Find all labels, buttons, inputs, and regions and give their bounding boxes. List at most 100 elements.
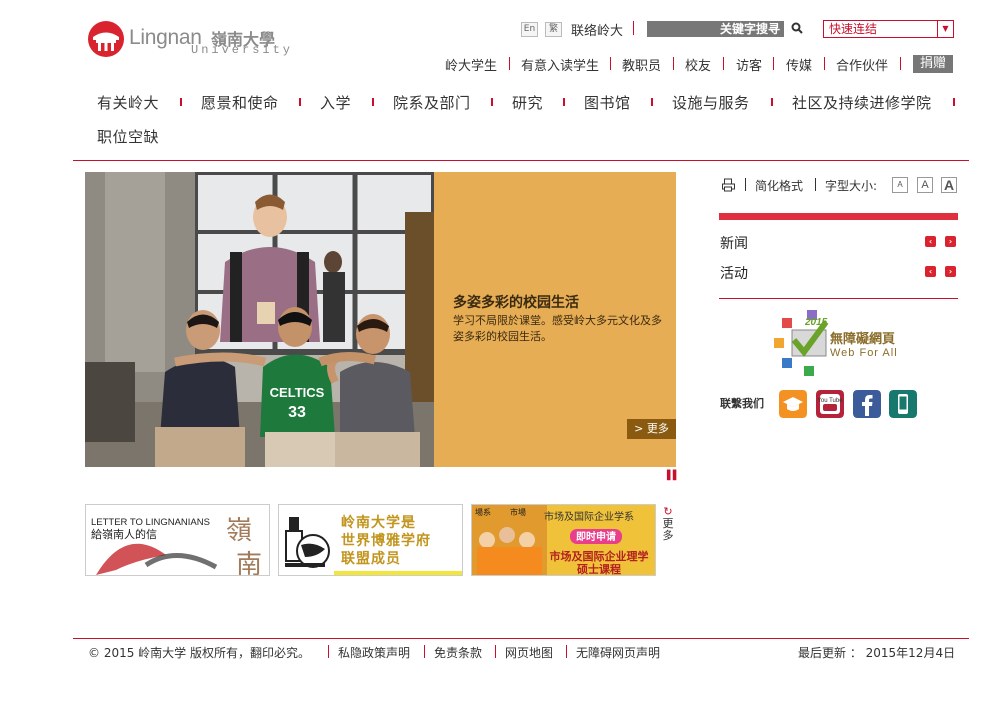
divider [509,57,510,70]
donate-button[interactable]: 捐赠 [913,55,953,73]
audience-link-partners[interactable]: 合作伙伴 [836,55,888,74]
audience-link-visitors[interactable]: 访客 [736,55,762,74]
nav-about[interactable]: 有关岭大 [97,92,159,113]
divider [633,21,634,35]
divider [491,98,493,106]
marketing-department: 市场及国际企业学系 [544,510,634,523]
liberal-arts-banner-art: 岭南大学是 世界博雅学府 联盟成员 [279,505,462,575]
web-for-all-badge[interactable]: 2015 無障礙網頁 Web For All [772,308,912,380]
nav-library[interactable]: 图书馆 [584,92,631,113]
slide-description: 学习不局限於课堂。感受岭大多元文化及多姿多彩的校园生活。 [453,314,662,343]
divider [610,57,611,70]
slide-more-button[interactable]: > 更多 [627,419,676,439]
nav-vision[interactable]: 愿景和使命 [201,92,279,113]
nav-departments[interactable]: 院系及部门 [393,92,471,113]
events-next-arrow-icon[interactable]: › [945,266,956,277]
banners-more-label: 更多 [662,517,674,542]
liberal-arts-alliance-banner[interactable]: 岭南大学是 世界博雅学府 联盟成员 [278,504,463,576]
copyright-text: © 2015 岭南大学 版权所有，翻印必究。 [88,646,310,660]
nav-community-college[interactable]: 社区及持续进修学院 [792,92,932,113]
divider [771,98,773,106]
logo-subtitle: University [191,43,294,57]
accessibility-statement-link[interactable]: 无障碍网页声明 [576,644,660,661]
search-input[interactable]: 关键字搜寻 [647,21,784,37]
facebook-icon[interactable] [853,390,881,418]
nav-research[interactable]: 研究 [512,92,543,113]
nav-facilities[interactable]: 设施与服务 [672,92,750,113]
wfa-year: 2015 [804,317,828,328]
font-size-large-button[interactable]: A [941,177,957,193]
quick-links-select[interactable]: 快速连结 ▼ [823,20,954,38]
marketing-sign-1: 場系 [475,507,491,517]
header-divider [73,160,969,161]
audience-link-alumni[interactable]: 校友 [685,55,711,74]
footer-divider [73,638,969,639]
letter-title-cn: 給嶺南人的信 [91,527,157,541]
simplified-format-link[interactable]: 简化格式 [755,177,803,194]
font-size-label: 字型大小: [825,179,878,193]
sidebar-accent-bar [719,213,958,220]
marketing-banner-art: 場系 市場 市场及国际企业学系 即时申请 市场及国际企业理学 硕士课程 [472,505,655,576]
lingnan-emblem-icon [88,21,124,57]
divider [651,98,653,106]
marketing-sign-2: 市場 [510,507,526,517]
marketing-program-line-2: 硕士课程 [577,562,621,576]
lingnan-logo[interactable]: Lingnan 嶺南大學 University [87,20,290,60]
divider [299,98,301,106]
jersey-text: CELTICS [270,385,325,400]
divider [773,57,774,70]
letter-banner-art: LETTER TO LINGNANIANS 給嶺南人的信 嶺 南 [86,505,269,575]
disclaimer-link[interactable]: 免责条款 [434,644,482,661]
divider [745,178,746,191]
events-prev-arrow-icon[interactable]: ‹ [925,266,936,277]
education-icon[interactable] [779,390,807,418]
banners-more-link[interactable]: ↻ 更多 [662,506,674,542]
privacy-policy-link[interactable]: 私隐政策声明 [338,644,410,661]
nav-vacancies[interactable]: 职位空缺 [97,126,159,147]
youtube-icon[interactable]: You Tube [816,390,844,418]
audience-link-media[interactable]: 传媒 [786,55,812,74]
wfa-cn: 無障礙網頁 [830,331,895,347]
marketing-masters-banner[interactable]: 場系 市場 市场及国际企业学系 即时申请 市场及国际企业理学 硕士课程 [471,504,656,576]
liberal-line-3: 联盟成员 [341,550,401,567]
print-icon[interactable] [722,178,735,192]
contact-link[interactable]: 联络岭大 [571,20,623,39]
audience-link-students[interactable]: 岭大学生 [445,55,497,74]
news-prev-arrow-icon[interactable]: ‹ [925,236,936,247]
language-en-button[interactable]: En [521,22,538,37]
language-traditional-button[interactable]: 繁 [545,22,562,37]
chevron-down-icon: ▼ [937,21,953,37]
divider [180,98,182,106]
divider [424,645,425,658]
nav-admissions[interactable]: 入学 [320,92,351,113]
apply-now-label: 即时申请 [576,530,616,543]
audience-link-staff[interactable]: 教职员 [622,55,661,74]
divider [495,645,496,658]
hero-slide[interactable]: CELTICS 33 多姿多彩的校园生活 学习不局限於课堂。感受岭大多元文化及多… [85,172,676,467]
news-next-arrow-icon[interactable]: › [945,236,956,247]
audience-link-prospective[interactable]: 有意入读学生 [521,55,599,74]
divider [953,98,955,106]
mobile-app-icon[interactable] [889,390,917,418]
sitemap-link[interactable]: 网页地图 [505,644,553,661]
divider [723,57,724,70]
slideshow-pause-icon[interactable]: ▌▌ [667,471,680,481]
liberal-line-2: 世界博雅学府 [341,532,431,549]
letter-calligraphy-1: 嶺 [226,516,252,546]
news-link[interactable]: 新闻 [720,233,748,253]
jersey-number: 33 [288,404,306,421]
divider [900,57,901,70]
font-size-medium-button[interactable]: A [917,177,933,193]
search-icon[interactable] [791,22,803,34]
youtube-text: You Tube [817,398,843,404]
divider [372,98,374,106]
font-size-small-button[interactable]: A [892,177,908,193]
last-updated-text: 最后更新 ： 2015年12月4日 [798,646,956,660]
letter-to-lingnanians-banner[interactable]: LETTER TO LINGNANIANS 給嶺南人的信 嶺 南 [85,504,270,576]
follow-us-label: 联繫我们 [720,397,764,410]
events-link[interactable]: 活动 [720,263,748,283]
campus-life-photo: CELTICS 33 [85,172,434,467]
divider [673,57,674,70]
wfa-en: Web For All [830,347,898,359]
divider [824,57,825,70]
